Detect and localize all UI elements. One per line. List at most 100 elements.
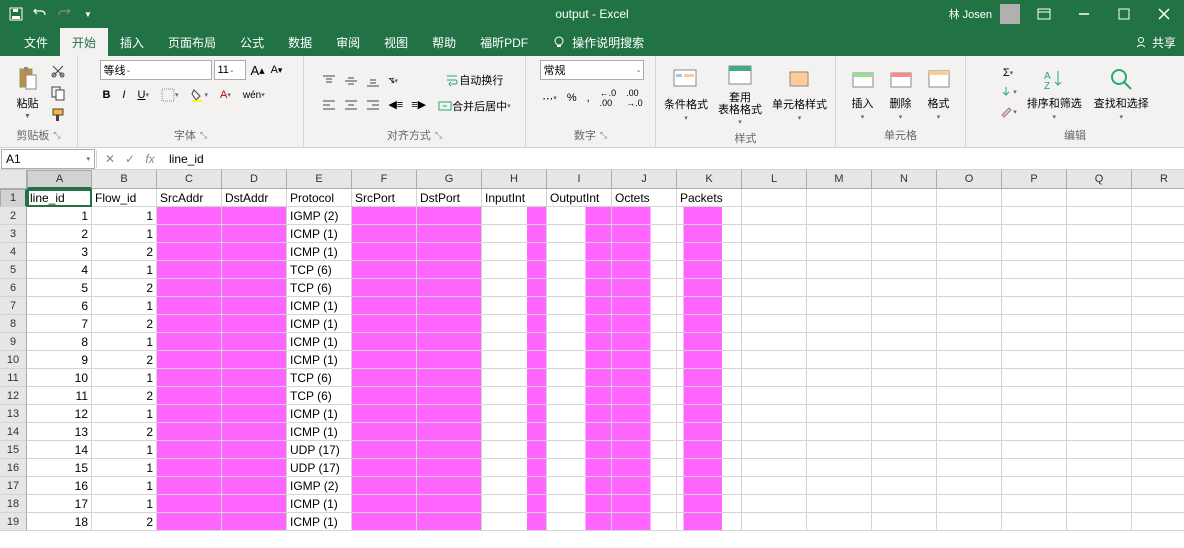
cell[interactable]	[352, 477, 417, 495]
bold-button[interactable]: B	[100, 87, 112, 103]
cell[interactable]: 15	[27, 459, 92, 477]
cell[interactable]	[222, 513, 287, 531]
cell[interactable]	[547, 387, 612, 405]
tab-data[interactable]: 数据	[276, 28, 324, 56]
cell[interactable]: OutputInt	[547, 189, 612, 207]
row-header[interactable]: 5	[0, 261, 27, 279]
cell[interactable]: 2	[92, 387, 157, 405]
cell[interactable]	[937, 441, 1002, 459]
cell[interactable]	[1132, 441, 1184, 459]
cell[interactable]: 1	[92, 369, 157, 387]
cell[interactable]	[222, 495, 287, 513]
cell[interactable]: TCP (6)	[287, 387, 352, 405]
increase-font-icon[interactable]: A▴	[248, 61, 266, 80]
cell[interactable]	[1067, 387, 1132, 405]
cell[interactable]	[352, 387, 417, 405]
cell[interactable]	[547, 333, 612, 351]
cell[interactable]	[1002, 477, 1067, 495]
tab-help[interactable]: 帮助	[420, 28, 468, 56]
underline-button[interactable]: U ▾	[135, 87, 150, 103]
cell[interactable]: ICMP (1)	[287, 351, 352, 369]
cell[interactable]: IGMP (2)	[287, 477, 352, 495]
cell[interactable]: 16	[27, 477, 92, 495]
cell[interactable]	[937, 189, 1002, 207]
cell[interactable]	[157, 441, 222, 459]
cell[interactable]	[1067, 423, 1132, 441]
cell[interactable]	[547, 297, 612, 315]
cell[interactable]	[612, 405, 677, 423]
cell[interactable]	[547, 495, 612, 513]
cell[interactable]	[1067, 261, 1132, 279]
row-header[interactable]: 13	[0, 405, 27, 423]
row-header[interactable]: 19	[0, 513, 27, 531]
increase-decimal-icon[interactable]: ←.0.00	[598, 86, 619, 110]
col-header[interactable]: C	[157, 170, 222, 189]
cell[interactable]	[482, 351, 547, 369]
cell[interactable]	[482, 225, 547, 243]
cell[interactable]	[937, 387, 1002, 405]
row-header[interactable]: 8	[0, 315, 27, 333]
cell[interactable]	[1002, 495, 1067, 513]
row-header[interactable]: 18	[0, 495, 27, 513]
tab-pdf[interactable]: 福昕PDF	[468, 28, 540, 56]
cell[interactable]	[547, 405, 612, 423]
delete-cells-button[interactable]: 删除▾	[883, 63, 919, 123]
ribbon-display-icon[interactable]	[1028, 2, 1060, 26]
cell[interactable]	[482, 459, 547, 477]
cell[interactable]	[612, 369, 677, 387]
cell[interactable]: 2	[92, 513, 157, 531]
cell[interactable]: 12	[27, 405, 92, 423]
cell[interactable]: 5	[27, 279, 92, 297]
align-middle-icon[interactable]	[342, 72, 360, 90]
cell[interactable]: 14	[27, 441, 92, 459]
save-icon[interactable]	[6, 4, 26, 24]
cell[interactable]	[1132, 297, 1184, 315]
cell[interactable]	[1002, 189, 1067, 207]
cell[interactable]	[872, 333, 937, 351]
cell[interactable]	[807, 441, 872, 459]
cell[interactable]	[1002, 423, 1067, 441]
undo-icon[interactable]	[30, 4, 50, 24]
tab-layout[interactable]: 页面布局	[156, 28, 228, 56]
cell[interactable]	[872, 261, 937, 279]
col-header[interactable]: N	[872, 170, 937, 189]
cell[interactable]	[937, 369, 1002, 387]
col-header[interactable]: G	[417, 170, 482, 189]
cell[interactable]	[1132, 405, 1184, 423]
cell[interactable]	[482, 279, 547, 297]
cell[interactable]	[872, 189, 937, 207]
cell[interactable]	[547, 369, 612, 387]
cell[interactable]	[937, 261, 1002, 279]
cell[interactable]	[157, 297, 222, 315]
insert-cells-button[interactable]: 插入▾	[845, 63, 881, 123]
cell[interactable]	[677, 225, 742, 243]
cell[interactable]	[1132, 315, 1184, 333]
close-icon[interactable]	[1148, 2, 1180, 26]
cell[interactable]: line_id	[27, 189, 92, 207]
cell[interactable]	[1067, 189, 1132, 207]
cell[interactable]	[222, 477, 287, 495]
cell[interactable]	[157, 387, 222, 405]
cell[interactable]: 2	[92, 351, 157, 369]
cell[interactable]	[807, 315, 872, 333]
cell[interactable]	[547, 423, 612, 441]
cell[interactable]	[352, 243, 417, 261]
cell[interactable]	[482, 477, 547, 495]
format-cells-button[interactable]: 格式▾	[921, 63, 957, 123]
cell[interactable]	[1002, 297, 1067, 315]
cell[interactable]	[937, 495, 1002, 513]
cell[interactable]	[547, 279, 612, 297]
cell[interactable]	[612, 207, 677, 225]
font-dialog-icon[interactable]: ⤡	[200, 130, 207, 141]
cell[interactable]: 7	[27, 315, 92, 333]
cell[interactable]: SrcPort	[352, 189, 417, 207]
cell[interactable]	[1002, 261, 1067, 279]
col-header[interactable]: B	[92, 170, 157, 189]
cell[interactable]	[742, 459, 807, 477]
cell[interactable]	[612, 387, 677, 405]
comma-icon[interactable]: ,	[585, 90, 592, 106]
cell[interactable]: 17	[27, 495, 92, 513]
cell[interactable]	[937, 243, 1002, 261]
cell[interactable]	[742, 315, 807, 333]
copy-icon[interactable]	[48, 83, 68, 103]
